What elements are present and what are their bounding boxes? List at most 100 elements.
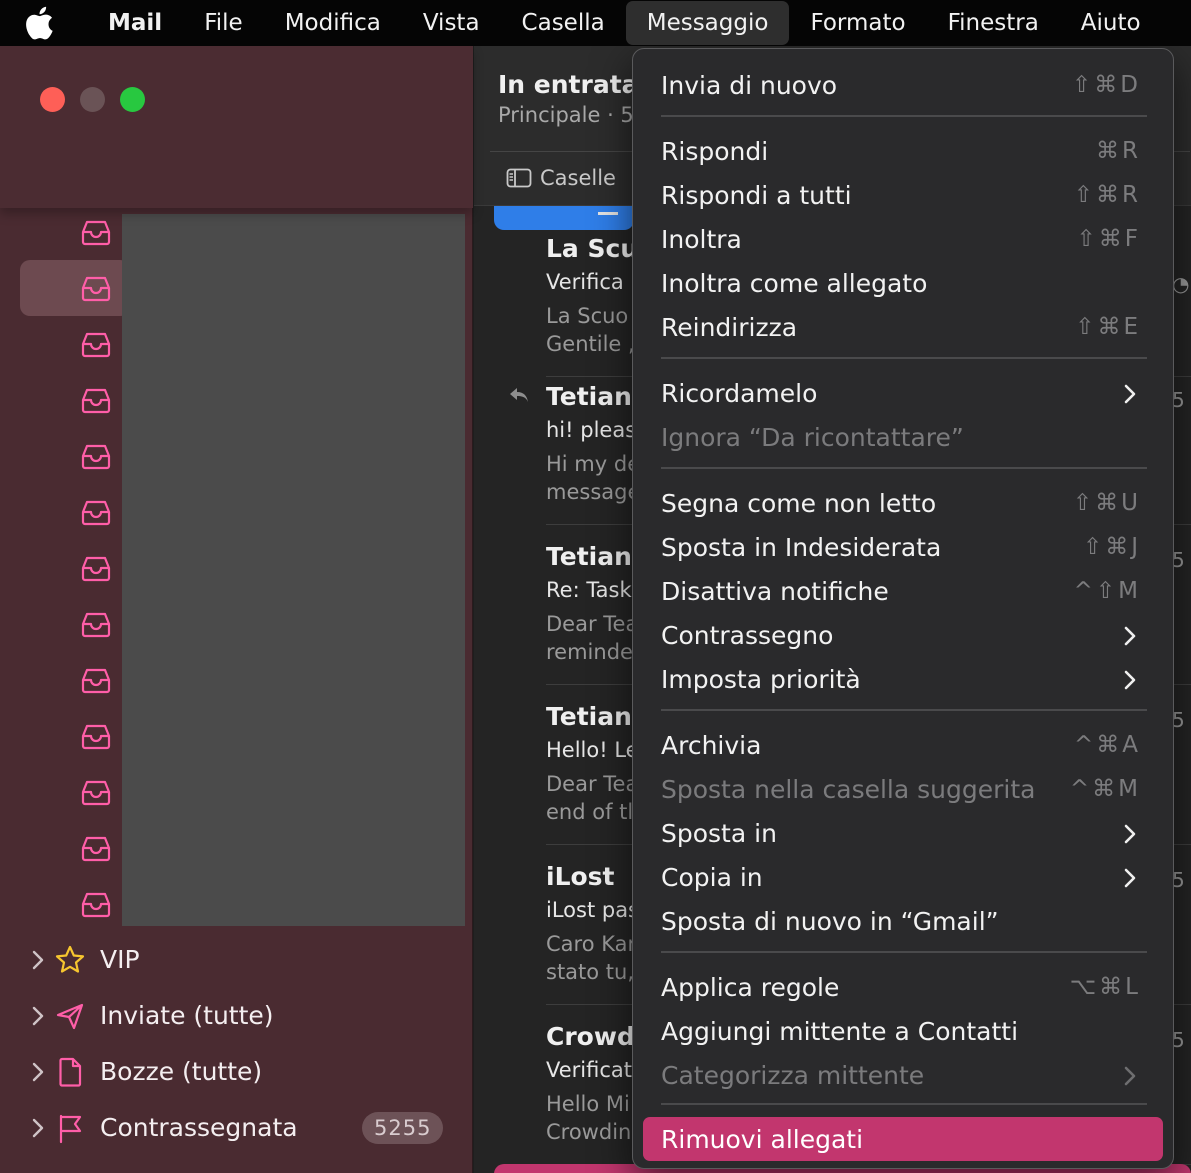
keyboard-shortcut: ⇧⌘E [1075, 314, 1141, 340]
menu-file[interactable]: File [183, 0, 264, 46]
email-preview: message [546, 480, 641, 504]
menu-item-rimuovi-allegati[interactable]: Rimuovi allegati [643, 1117, 1163, 1161]
menu-item-contrassegno[interactable]: Contrassegno [643, 613, 1163, 657]
menu-item-reindirizza[interactable]: Reindirizza ⇧⌘E [643, 305, 1163, 349]
menu-item-ignora-da-ricontattare: Ignora “Da ricontattare” [643, 415, 1163, 459]
window-zoom-button[interactable] [120, 87, 145, 112]
window-minimize-button[interactable] [80, 87, 105, 112]
menu-item-label: Segna come non letto [661, 489, 937, 518]
email-subject: Verifica [546, 270, 624, 294]
menu-separator [661, 1103, 1147, 1105]
submenu-chevron-icon [1124, 824, 1136, 844]
star-icon [55, 945, 85, 973]
sidebar-item-label: Contrassegnata [100, 1113, 298, 1142]
keyboard-shortcut: ^⌘M [1069, 776, 1141, 802]
sidebar-item-drafts[interactable]: Bozze (tutte) [0, 1044, 473, 1100]
email-subject: iLost pas [546, 898, 640, 922]
mailboxes-toggle-label: Caselle [540, 166, 616, 190]
menu-item-disattiva-notifiche[interactable]: Disattiva notifiche ^⇧M [643, 569, 1163, 613]
inbox-tray-icon [81, 444, 111, 470]
selection-highlight [20, 260, 130, 316]
menu-item-label: Rispondi [661, 137, 769, 166]
chevron-right-icon[interactable] [30, 1117, 46, 1139]
menu-item-label: Aggiungi mittente a Contatti [661, 1017, 1019, 1046]
submenu-chevron-icon [1124, 868, 1136, 888]
menu-aiuto[interactable]: Aiuto [1060, 0, 1162, 46]
menu-item-sposta-in-indesiderata[interactable]: Sposta in Indesiderata ⇧⌘J [643, 525, 1163, 569]
submenu-chevron-icon [1124, 626, 1136, 646]
inbox-tray-icon [81, 220, 111, 246]
menu-separator [661, 467, 1147, 469]
menu-vista[interactable]: Vista [402, 0, 501, 46]
menu-separator [661, 357, 1147, 359]
menu-item-label: Ignora “Da ricontattare” [661, 423, 964, 452]
sidebar-item-sent[interactable]: Inviate (tutte) [0, 988, 473, 1044]
keyboard-shortcut: ⇧⌘U [1072, 490, 1141, 516]
chevron-right-icon[interactable] [30, 1005, 46, 1027]
keyboard-shortcut: ⇧⌘F [1076, 226, 1141, 252]
menu-item-label: Invia di nuovo [661, 71, 838, 100]
email-preview: Hello Mi [546, 1092, 630, 1116]
menu-item-copia-in[interactable]: Copia in [643, 855, 1163, 899]
menu-item-rispondi[interactable]: Rispondi ⌘R [643, 129, 1163, 173]
inbox-tray-icon [81, 780, 111, 806]
menu-item-label: Inoltra [661, 225, 742, 254]
menu-mail[interactable]: Mail [84, 0, 183, 46]
menu-item-imposta-priorita[interactable]: Imposta priorità [643, 657, 1163, 701]
apple-logo-icon[interactable] [24, 0, 84, 46]
inbox-tray-icon [81, 388, 111, 414]
mail-window: Mail File Modifica Vista Casella Messagg… [0, 0, 1191, 1173]
flag-icon [59, 1114, 82, 1144]
email-subject: Re: Task [546, 578, 632, 602]
menu-item-inoltra[interactable]: Inoltra ⇧⌘F [643, 217, 1163, 261]
email-preview: Dear Tea [546, 772, 639, 796]
email-subject: Hello! Le [546, 738, 639, 762]
inbox-tray-icon [81, 892, 111, 918]
menu-modifica[interactable]: Modifica [264, 0, 402, 46]
menu-item-label: Applica regole [661, 973, 840, 1002]
menu-item-applica-regole[interactable]: Applica regole ⌥⌘L [643, 965, 1163, 1009]
replied-arrow-icon [510, 388, 528, 402]
menu-messaggio[interactable]: Messaggio [625, 1, 790, 45]
window-close-button[interactable] [40, 87, 65, 112]
keyboard-shortcut: ^⇧M [1073, 578, 1141, 604]
menu-item-label: Sposta in [661, 819, 777, 848]
menu-finestra[interactable]: Finestra [927, 0, 1060, 46]
submenu-chevron-icon [1124, 384, 1136, 404]
sidebar-item-vip[interactable]: VIP [0, 932, 473, 988]
menu-item-sposta-di-nuovo-in-gmail[interactable]: Sposta di nuovo in “Gmail” [643, 899, 1163, 943]
menu-item-invia-di-nuovo[interactable]: Invia di nuovo ⇧⌘D [643, 63, 1163, 107]
inbox-tray-icon [81, 612, 111, 638]
sidebar-item-label: VIP [100, 945, 140, 974]
filter-pill[interactable] [494, 206, 634, 230]
email-preview: Dear Tea [546, 612, 639, 636]
menu-item-segna-come-non-letto[interactable]: Segna come non letto ⇧⌘U [643, 481, 1163, 525]
inbox-tray-icon [81, 556, 111, 582]
menu-item-label: Reindirizza [661, 313, 798, 342]
menu-item-ricordamelo[interactable]: Ricordamelo [643, 371, 1163, 415]
chevron-right-icon[interactable] [30, 949, 46, 971]
sidebar-item-flagged[interactable]: Contrassegnata 5255 [0, 1100, 473, 1156]
menu-item-sposta-in[interactable]: Sposta in [643, 811, 1163, 855]
menu-item-aggiungi-mittente-a-contatti[interactable]: Aggiungi mittente a Contatti [643, 1009, 1163, 1053]
inbox-tray-icon [81, 836, 111, 862]
keyboard-shortcut: ⌘R [1096, 138, 1141, 164]
menu-item-label: Categorizza mittente [661, 1061, 925, 1090]
inbox-tray-icon [81, 276, 111, 302]
chevron-right-icon[interactable] [30, 1061, 46, 1083]
email-preview: Gentile , [546, 332, 635, 356]
email-subject: hi! pleas [546, 418, 637, 442]
menu-item-archivia[interactable]: Archivia ^⌘A [643, 723, 1163, 767]
keyboard-shortcut: ⇧⌘D [1072, 72, 1141, 98]
menu-item-inoltra-come-allegato[interactable]: Inoltra come allegato [643, 261, 1163, 305]
menu-formato[interactable]: Formato [789, 0, 926, 46]
keyboard-shortcut: ⌥⌘L [1069, 974, 1141, 1000]
menu-casella[interactable]: Casella [501, 0, 626, 46]
inbox-tray-icon [81, 332, 111, 358]
mailbox-subtitle: Principale · 5 [498, 103, 634, 127]
email-subject: Verificat [546, 1058, 632, 1082]
mailboxes-toggle-button[interactable]: Caselle [506, 166, 616, 190]
inbox-tray-icon [81, 724, 111, 750]
menu-item-rispondi-a-tutti[interactable]: Rispondi a tutti ⇧⌘R [643, 173, 1163, 217]
sidebar: VIP Inviate (tutte) Bozze (tutte) Contra… [0, 46, 473, 1173]
